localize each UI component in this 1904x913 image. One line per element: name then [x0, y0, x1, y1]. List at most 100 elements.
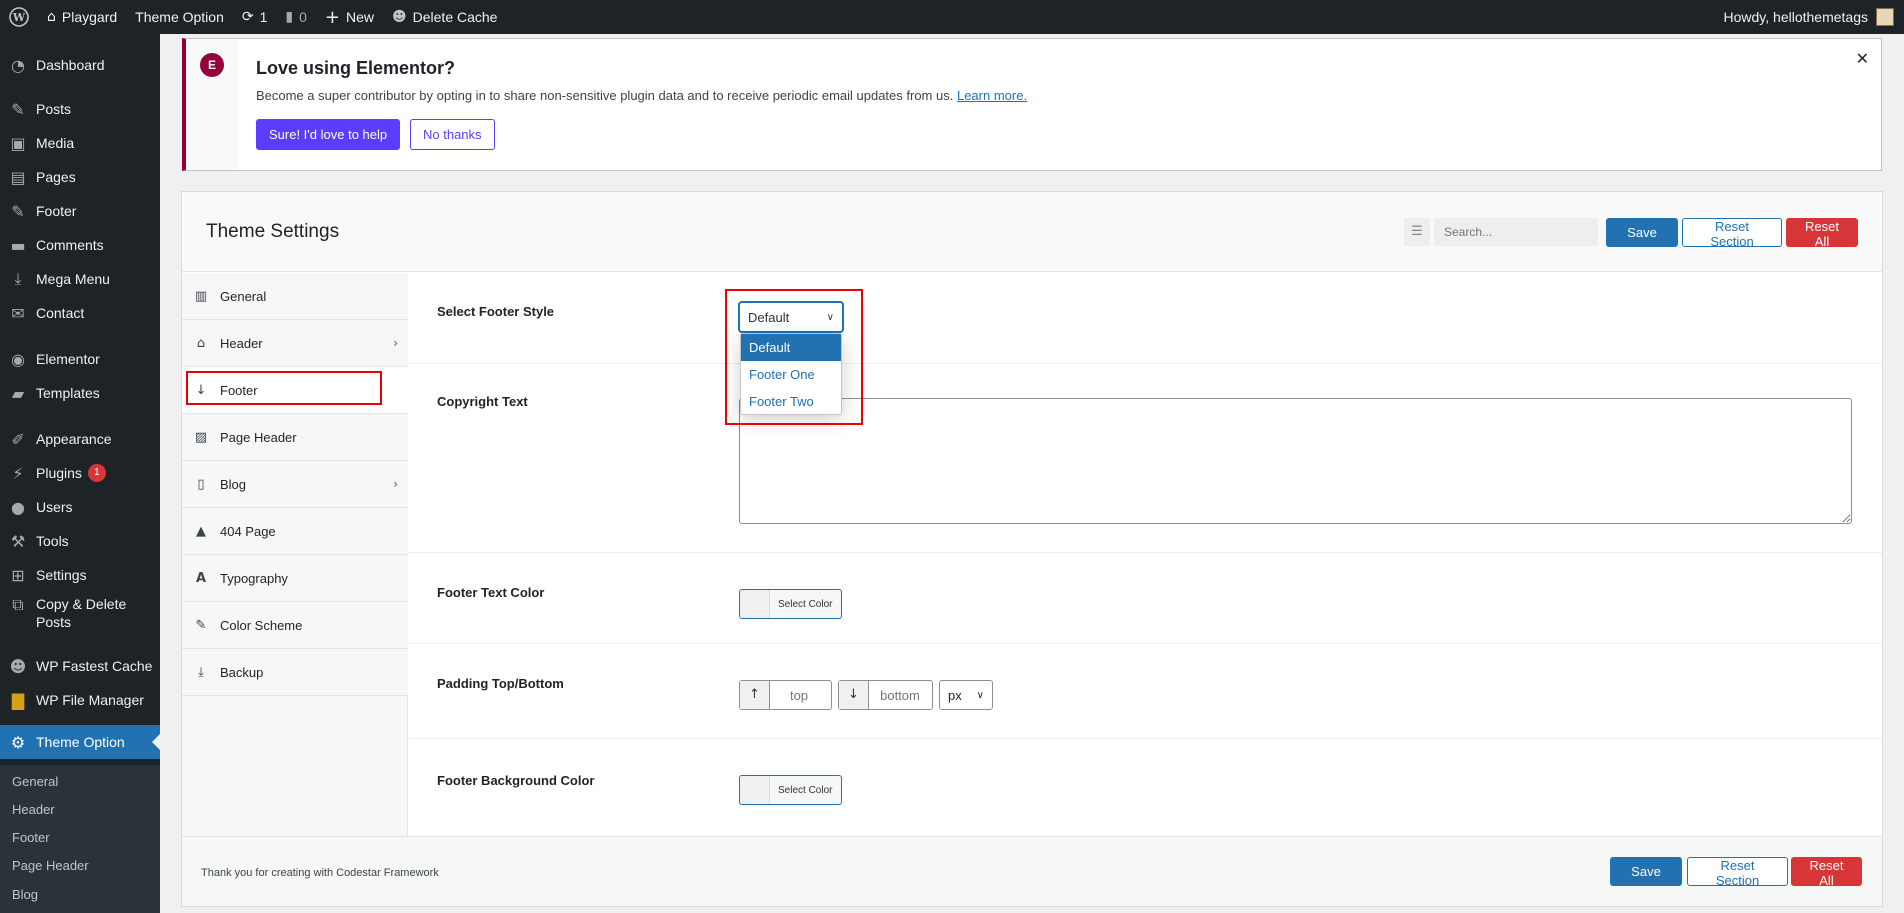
- arrow-down-icon: ↓: [839, 681, 869, 709]
- save-button[interactable]: Save: [1606, 218, 1678, 247]
- submenu-item-page-header[interactable]: Page Header: [12, 858, 89, 873]
- settings-icon: ⊞: [11, 565, 25, 585]
- comment-icon: ▮: [285, 9, 294, 25]
- comments-link[interactable]: ▮ 0: [276, 0, 316, 34]
- submenu-item-footer[interactable]: Footer: [12, 830, 50, 845]
- padding-bottom-field[interactable]: ↓: [838, 680, 933, 710]
- panel-footer: Thank you for creating with Codestar Fra…: [182, 836, 1882, 906]
- wrench-icon: ⚒: [10, 531, 26, 551]
- sidebar-item-mega-menu[interactable]: ⤓ Mega Menu: [0, 265, 160, 293]
- footer-credit: Thank you for creating with Codestar Fra…: [201, 867, 439, 879]
- my-account-link[interactable]: Howdy, hellothemetags: [1715, 0, 1904, 34]
- gear-icon: ⚙: [10, 732, 26, 752]
- nav-item-typography[interactable]: A Typography: [182, 555, 408, 602]
- padding-top-field[interactable]: ↑: [739, 680, 832, 710]
- opt-in-button[interactable]: Sure! I'd love to help: [256, 119, 401, 150]
- elementor-notice: E Love using Elementor? Become a super c…: [182, 38, 1882, 171]
- nav-item-footer[interactable]: ↓ Footer: [182, 367, 408, 414]
- footer-text-color-picker[interactable]: Select Color: [739, 589, 842, 619]
- no-thanks-button[interactable]: No thanks: [410, 119, 495, 150]
- file-manager-icon: ▇: [11, 690, 25, 710]
- reset-section-button[interactable]: Reset Section: [1682, 218, 1782, 249]
- chevron-down-icon: ∨: [976, 689, 984, 701]
- arrow-up-icon: ↑: [740, 681, 770, 709]
- sidebar-item-label: Posts: [36, 101, 72, 117]
- sidebar-item-label: Copy & Delete Posts: [36, 595, 126, 631]
- nav-item-header[interactable]: ⌂ Header ›: [182, 320, 408, 367]
- submenu-item-header[interactable]: Header: [12, 802, 55, 817]
- footer-bg-color-picker[interactable]: Select Color: [739, 775, 842, 805]
- padding-top-input[interactable]: [770, 681, 828, 709]
- sidebar-item-theme-option[interactable]: ⚙ Theme Option: [0, 725, 160, 759]
- sidebar-item-label: Media: [36, 135, 75, 151]
- sidebar-item-plugins[interactable]: ⚡ Plugins 1: [0, 459, 160, 487]
- sidebar-item-appearance[interactable]: ✐ Appearance: [0, 425, 160, 453]
- building-icon: ▥: [194, 288, 208, 304]
- nav-item-label: Backup: [220, 664, 264, 680]
- footer-style-select[interactable]: Default ∨: [739, 302, 843, 332]
- option-footer-two[interactable]: Footer Two: [741, 388, 841, 415]
- sidebar-item-label: Settings: [36, 567, 87, 583]
- sidebar-item-wp-fastest-cache[interactable]: ☻ WP Fastest Cache: [0, 652, 160, 680]
- sidebar-item-settings[interactable]: ⊞ Settings: [0, 561, 160, 589]
- nav-item-label: Footer: [220, 382, 258, 398]
- option-default[interactable]: Default: [741, 334, 841, 361]
- sidebar-item-footer[interactable]: ✎ Footer: [0, 197, 160, 225]
- user-icon: ●: [11, 497, 25, 517]
- nav-item-backup[interactable]: ⤓ Backup: [182, 649, 408, 696]
- reset-section-button[interactable]: Reset Section: [1687, 857, 1788, 888]
- plus-icon: +: [324, 6, 341, 28]
- nav-item-page-header[interactable]: ▨ Page Header: [182, 414, 408, 461]
- delete-cache-link[interactable]: ☻ Delete Cache: [383, 0, 506, 34]
- admin-bar: W ⌂ Playgard Theme Option ⟳ 1 ▮ 0 + New …: [0, 0, 1904, 34]
- sidebar-item-comments[interactable]: ▬ Comments: [0, 231, 160, 259]
- plugins-update-badge: 1: [87, 464, 106, 482]
- site-name-link[interactable]: ⌂ Playgard: [38, 0, 126, 34]
- submenu-item-blog[interactable]: Blog: [12, 887, 38, 902]
- close-icon[interactable]: ✕: [1856, 49, 1869, 68]
- sidebar-item-label: Appearance: [36, 431, 112, 447]
- sidebar-item-media[interactable]: ▣ Media: [0, 129, 160, 157]
- sidebar-item-wp-file-manager[interactable]: ▇ WP File Manager: [0, 686, 160, 714]
- sidebar-item-label: Mega Menu: [36, 271, 110, 287]
- svg-text:W: W: [12, 11, 26, 24]
- nav-item-color-scheme[interactable]: ✎ Color Scheme: [182, 602, 408, 649]
- panel-header: Theme Settings ☰ Save Reset Section Rese…: [182, 192, 1882, 272]
- learn-more-link[interactable]: Learn more.: [957, 88, 1027, 103]
- submenu-item-general[interactable]: General: [12, 774, 58, 789]
- field-footer-bg-color: Footer Background Color: [409, 739, 1882, 836]
- sidebar-item-contact[interactable]: ✉ Contact: [0, 299, 160, 327]
- search-input[interactable]: [1434, 218, 1598, 246]
- padding-bottom-input[interactable]: [869, 681, 931, 709]
- site-name: Playgard: [61, 9, 118, 25]
- color-swatch: [740, 590, 770, 618]
- select-color-label: Select Color: [778, 598, 833, 610]
- copyright-textarea[interactable]: [739, 398, 1852, 524]
- nav-item-404-page[interactable]: ▲ 404 Page: [182, 508, 408, 555]
- sidebar-item-tools[interactable]: ⚒ Tools: [0, 527, 160, 555]
- sidebar-item-copy-delete-posts[interactable]: ⧉ Copy & Delete Posts: [0, 595, 160, 635]
- select-value: Default: [748, 309, 790, 325]
- sidebar-item-templates[interactable]: ▰ Templates: [0, 379, 160, 407]
- sidebar-item-elementor[interactable]: ◉ Elementor: [0, 345, 160, 373]
- sidebar-item-label: Comments: [36, 237, 104, 253]
- sidebar-item-pages[interactable]: ▤ Pages: [0, 163, 160, 191]
- reset-all-button[interactable]: Reset All: [1791, 857, 1862, 888]
- option-footer-one[interactable]: Footer One: [741, 361, 841, 388]
- sidebar-item-dashboard[interactable]: ◔ Dashboard: [0, 51, 160, 79]
- padding-unit-select[interactable]: px ∨: [939, 680, 993, 710]
- new-content-link[interactable]: + New: [316, 0, 383, 34]
- theme-option-link[interactable]: Theme Option: [126, 0, 233, 34]
- sidebar-item-label: Tools: [36, 533, 69, 549]
- updates-link[interactable]: ⟳ 1: [233, 0, 277, 34]
- save-button[interactable]: Save: [1610, 857, 1682, 886]
- nav-item-blog[interactable]: ▯ Blog ›: [182, 461, 408, 508]
- reset-all-button[interactable]: Reset All: [1786, 218, 1858, 249]
- wordpress-logo[interactable]: W: [0, 0, 38, 34]
- delete-cache-label: Delete Cache: [412, 9, 498, 25]
- sidebar-item-posts[interactable]: ✎ Posts: [0, 95, 160, 123]
- sidebar-item-users[interactable]: ● Users: [0, 493, 160, 521]
- nav-item-general[interactable]: ▥ General: [182, 273, 408, 320]
- expand-all-icon[interactable]: ☰: [1404, 218, 1430, 246]
- sidebar-item-label: Theme Option: [36, 734, 125, 750]
